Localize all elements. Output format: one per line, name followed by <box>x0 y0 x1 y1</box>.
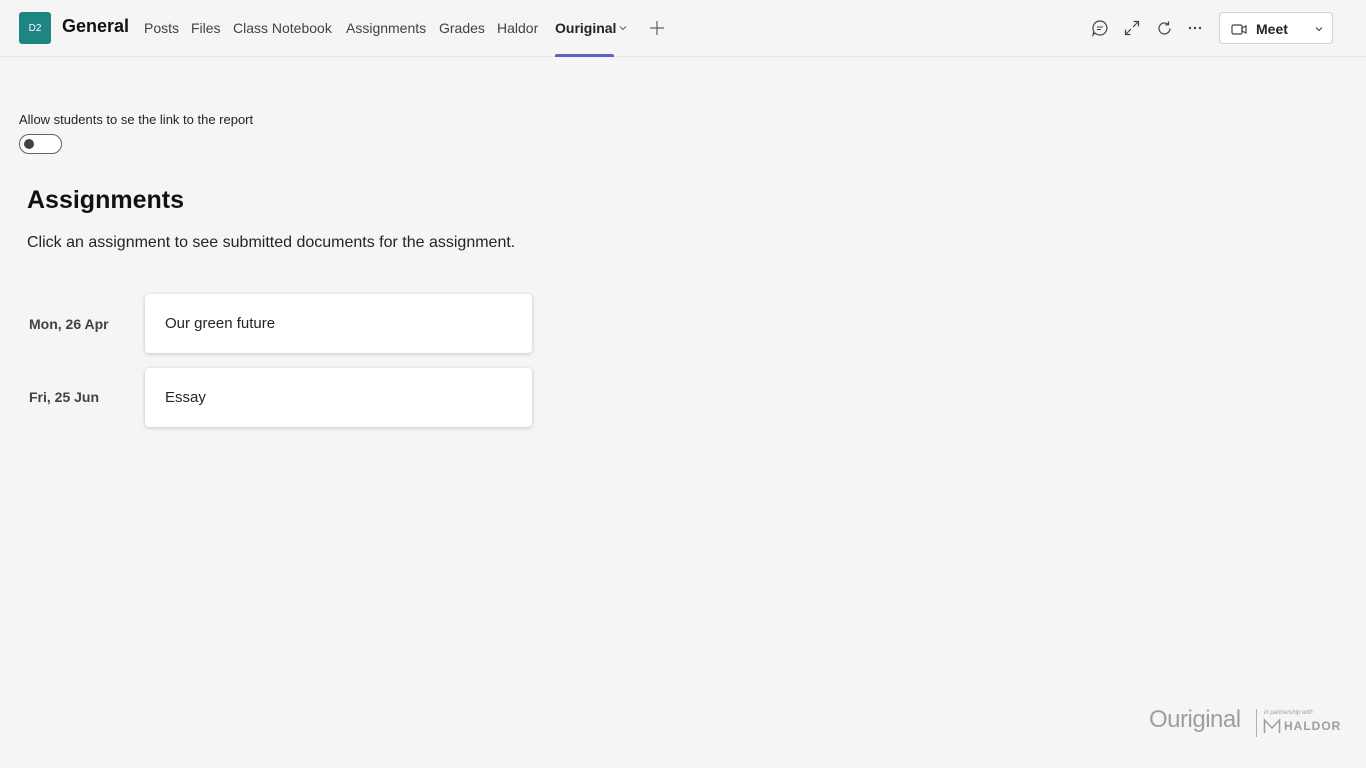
assignment-date: Fri, 25 Jun <box>29 389 100 405</box>
add-tab-icon[interactable] <box>649 20 665 36</box>
active-tab-indicator <box>555 54 614 57</box>
ouriginal-haldor-logo: Ouriginal in partnership with HALDOR <box>1149 706 1342 740</box>
tab-class-notebook[interactable]: Class Notebook <box>233 20 332 36</box>
logo-divider <box>1256 709 1257 737</box>
meet-button[interactable]: Meet <box>1219 12 1333 44</box>
refresh-icon[interactable] <box>1154 18 1174 38</box>
meet-label: Meet <box>1256 21 1288 37</box>
video-camera-icon <box>1231 24 1247 35</box>
assignment-title: Our green future <box>165 315 276 332</box>
assignment-card[interactable]: Essay <box>145 368 532 427</box>
haldor-logo-icon <box>1263 718 1281 733</box>
tab-assignments[interactable]: Assignments <box>346 20 426 36</box>
more-options-icon[interactable] <box>1185 18 1205 38</box>
expand-icon[interactable] <box>1122 18 1142 38</box>
toggle-knob <box>24 139 34 149</box>
report-link-toggle[interactable] <box>19 134 62 154</box>
team-avatar[interactable]: D2 <box>19 12 51 44</box>
page-title: Assignments <box>27 186 184 214</box>
partnership-text: in partnership with <box>1264 710 1313 716</box>
page-description: Click an assignment to see submitted doc… <box>27 234 516 251</box>
report-link-toggle-label: Allow students to se the link to the rep… <box>19 112 254 127</box>
tab-haldor[interactable]: Haldor <box>497 20 538 36</box>
assignment-card[interactable]: Our green future <box>145 294 532 353</box>
tab-grades[interactable]: Grades <box>439 20 485 36</box>
tab-files[interactable]: Files <box>191 20 221 36</box>
ouriginal-wordmark: Ouriginal <box>1149 706 1241 733</box>
haldor-wordmark: HALDOR <box>1284 719 1342 733</box>
channel-title: General <box>62 16 130 36</box>
assignment-date: Mon, 26 Apr <box>29 316 109 332</box>
chevron-down-icon[interactable] <box>617 22 629 34</box>
conversation-icon[interactable] <box>1090 18 1110 38</box>
chevron-down-icon[interactable] <box>1313 23 1325 35</box>
tab-posts[interactable]: Posts <box>144 20 179 36</box>
tab-ouriginal[interactable]: Ouriginal <box>555 20 616 36</box>
assignment-title: Essay <box>165 389 206 406</box>
top-bar: D2 General Posts Files Class Notebook As… <box>0 0 1366 57</box>
